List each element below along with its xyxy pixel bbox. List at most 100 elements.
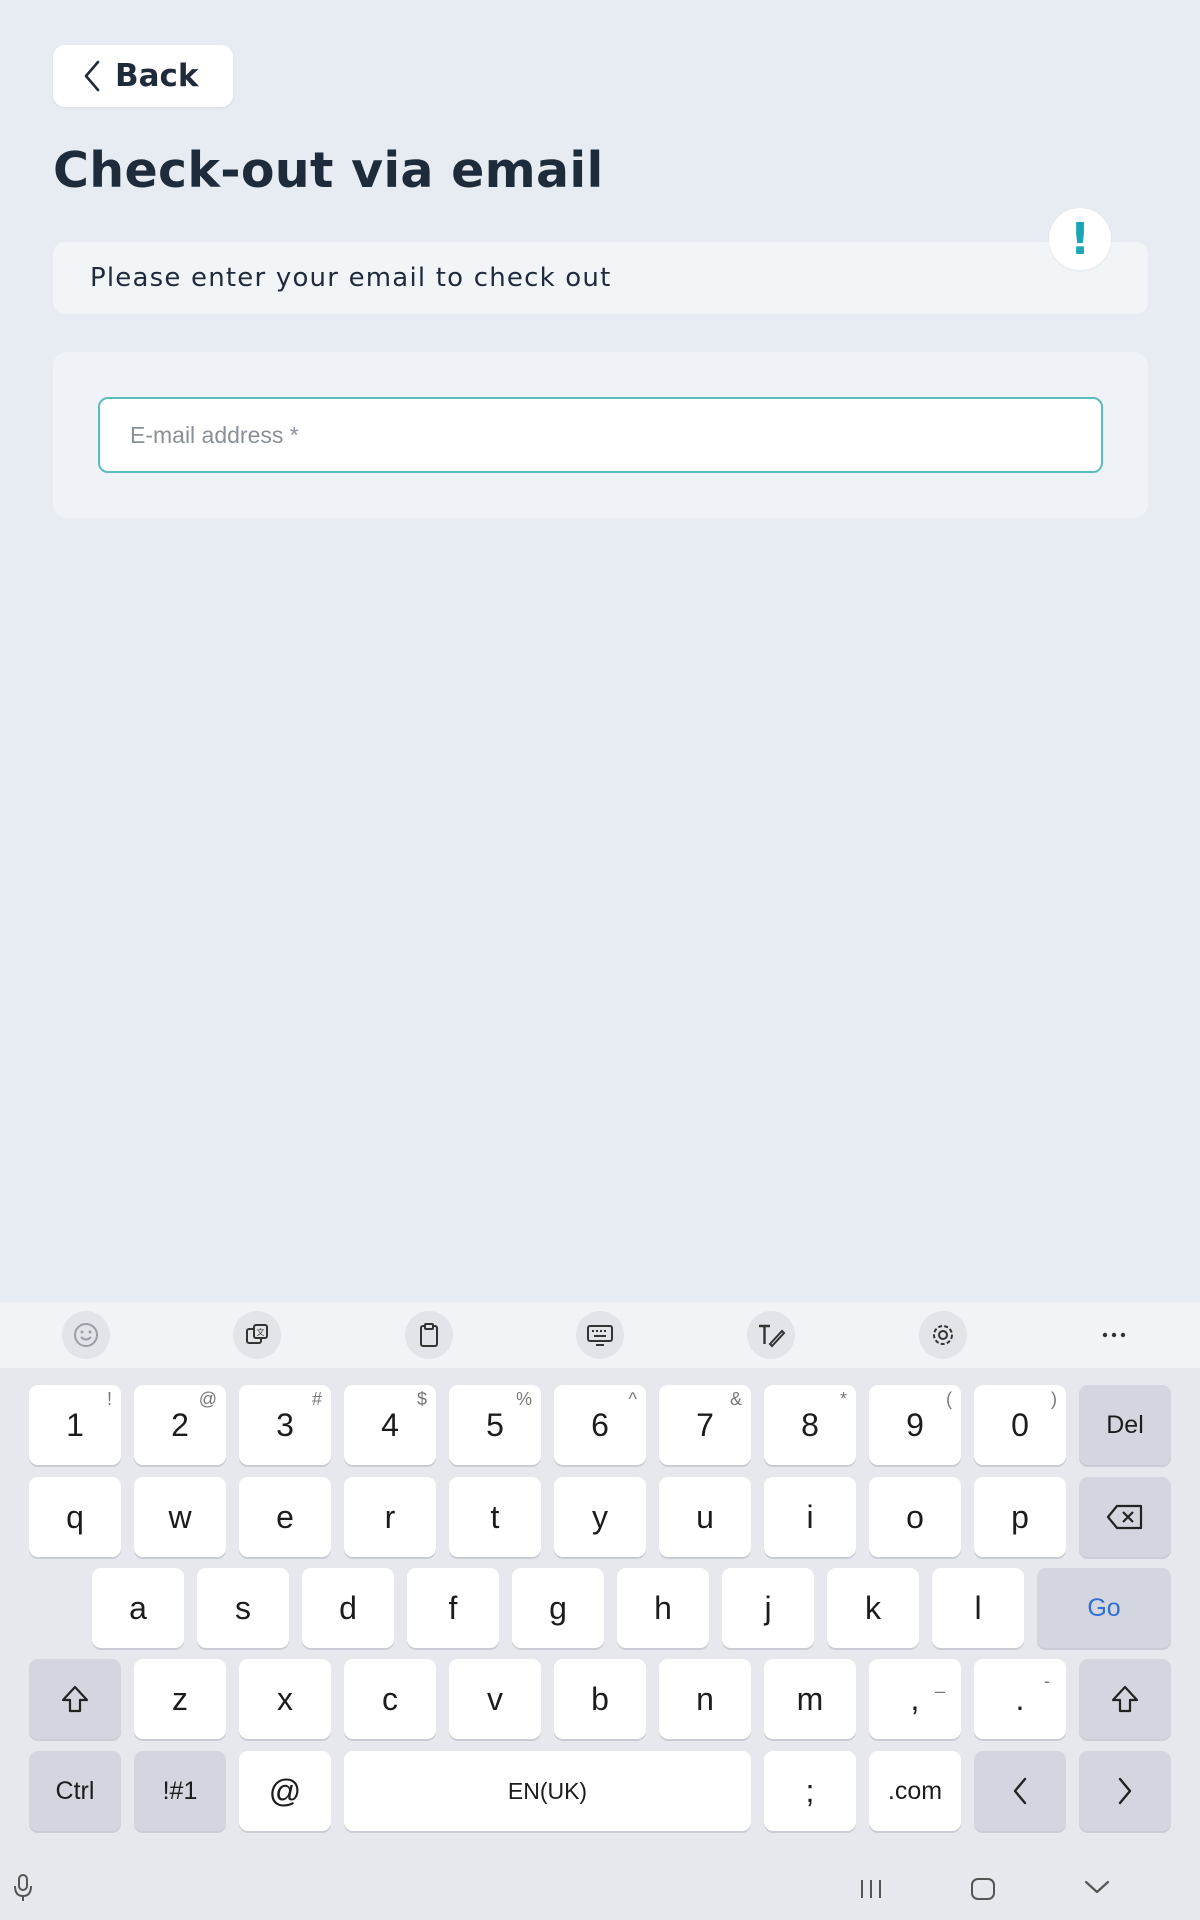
key-q[interactable]: q	[29, 1477, 121, 1557]
shift-key-right[interactable]	[1079, 1659, 1171, 1739]
shift-icon	[61, 1685, 89, 1713]
home-icon[interactable]	[968, 1872, 998, 1904]
settings-icon[interactable]	[918, 1311, 967, 1359]
key-label: a	[129, 1589, 147, 1626]
key-alt: #	[311, 1389, 322, 1409]
key-comma[interactable]: , –	[869, 1659, 961, 1739]
key-a[interactable]: a	[92, 1568, 184, 1648]
key-i[interactable]: i	[764, 1477, 856, 1557]
symbols-key[interactable]: !#1	[134, 1751, 226, 1831]
key-b[interactable]: b	[554, 1659, 646, 1739]
key-o[interactable]: o	[869, 1477, 961, 1557]
emoji-icon[interactable]	[61, 1311, 110, 1359]
more-icon[interactable]	[1090, 1311, 1138, 1359]
keyboard-icon[interactable]	[575, 1311, 624, 1359]
key-v[interactable]: v	[449, 1659, 541, 1739]
key-l[interactable]: l	[932, 1568, 1024, 1648]
key-label: u	[696, 1498, 714, 1535]
key-c[interactable]: c	[344, 1659, 436, 1739]
key-n[interactable]: n	[659, 1659, 751, 1739]
email-input[interactable]	[98, 397, 1103, 473]
key-5[interactable]: 5%	[449, 1385, 541, 1465]
key-s[interactable]: s	[197, 1568, 289, 1648]
keyboard-toolbar: 文	[0, 1302, 1200, 1368]
key-2[interactable]: 2 @	[134, 1385, 226, 1465]
key-0[interactable]: 0)	[974, 1385, 1066, 1465]
backspace-key[interactable]	[1079, 1477, 1171, 1557]
key-h[interactable]: h	[617, 1568, 709, 1648]
microphone-icon[interactable]	[12, 1872, 34, 1904]
key-label: 6	[591, 1406, 609, 1443]
clipboard-icon[interactable]	[404, 1311, 453, 1359]
recent-apps-icon[interactable]	[858, 1872, 884, 1904]
key-y[interactable]: y	[554, 1477, 646, 1557]
key-4[interactable]: 4 $	[344, 1385, 436, 1465]
key-u[interactable]: u	[659, 1477, 751, 1557]
key-t[interactable]: t	[449, 1477, 541, 1557]
key-1[interactable]: 1!	[29, 1385, 121, 1465]
key-label: s	[235, 1589, 251, 1626]
key-label: 7	[696, 1406, 714, 1443]
key-6[interactable]: 6 ^	[554, 1385, 646, 1465]
key-label: d	[339, 1589, 357, 1626]
key-label: v	[487, 1680, 503, 1717]
key-label: ,	[910, 1680, 920, 1717]
ctrl-key[interactable]: Ctrl	[29, 1751, 121, 1831]
key-r[interactable]: r	[344, 1477, 436, 1557]
key-alt: %	[515, 1389, 532, 1409]
key-d[interactable]: d	[302, 1568, 394, 1648]
cursor-left-key[interactable]	[974, 1751, 1066, 1831]
key-3[interactable]: 3 #	[239, 1385, 331, 1465]
key-label: x	[277, 1680, 293, 1717]
key-g[interactable]: g	[512, 1568, 604, 1648]
key-j[interactable]: j	[722, 1568, 814, 1648]
key-label: ;	[805, 1772, 815, 1809]
info-message: Please enter your email to check out	[90, 263, 612, 293]
key-m[interactable]: m	[764, 1659, 856, 1739]
key-z[interactable]: z	[134, 1659, 226, 1739]
key-label: o	[906, 1498, 924, 1535]
svg-text:文: 文	[257, 1327, 265, 1337]
key-label: j	[764, 1589, 772, 1626]
key-k[interactable]: k	[827, 1568, 919, 1648]
dotcom-key[interactable]: .com	[869, 1751, 961, 1831]
key-w[interactable]: w	[134, 1477, 226, 1557]
key-f[interactable]: f	[407, 1568, 499, 1648]
key-alt: $	[416, 1389, 427, 1409]
key-label: 3	[276, 1406, 294, 1443]
key-label: EN(UK)	[507, 1777, 588, 1804]
key-alt: )	[1051, 1389, 1057, 1409]
key-e[interactable]: e	[239, 1477, 331, 1557]
semicolon-key[interactable]: ;	[764, 1751, 856, 1831]
key-label: f	[448, 1589, 458, 1626]
key-label: .	[1015, 1680, 1025, 1717]
shift-key-left[interactable]	[29, 1659, 121, 1739]
key-label: 8	[801, 1406, 819, 1443]
key-label: .com	[887, 1776, 943, 1805]
key-8[interactable]: 8 *	[764, 1385, 856, 1465]
handwriting-icon[interactable]	[747, 1311, 796, 1359]
del-key[interactable]: Del	[1079, 1385, 1171, 1465]
key-alt: –	[934, 1681, 945, 1701]
back-button[interactable]: Back	[53, 45, 233, 107]
translate-icon[interactable]: 文	[233, 1311, 282, 1359]
at-key[interactable]: @	[239, 1751, 331, 1831]
key-9[interactable]: 9(	[869, 1385, 961, 1465]
key-7[interactable]: 7 &	[659, 1385, 751, 1465]
key-label: 2	[171, 1406, 189, 1443]
key-alt: (	[946, 1389, 952, 1409]
info-message-box: Please enter your email to check out	[53, 242, 1148, 314]
key-p[interactable]: p	[974, 1477, 1066, 1557]
key-x[interactable]: x	[239, 1659, 331, 1739]
key-label: 9	[906, 1406, 924, 1443]
key-period[interactable]: .-	[974, 1659, 1066, 1739]
key-alt: ^	[628, 1389, 637, 1409]
key-label: i	[806, 1498, 814, 1535]
space-key[interactable]: EN(UK)	[344, 1751, 751, 1831]
hide-keyboard-icon[interactable]	[1082, 1872, 1112, 1904]
key-label: 1	[66, 1406, 84, 1443]
cursor-right-key[interactable]	[1079, 1751, 1171, 1831]
key-label: m	[796, 1680, 824, 1717]
go-key[interactable]: Go	[1037, 1568, 1171, 1648]
email-form-card	[53, 352, 1148, 518]
